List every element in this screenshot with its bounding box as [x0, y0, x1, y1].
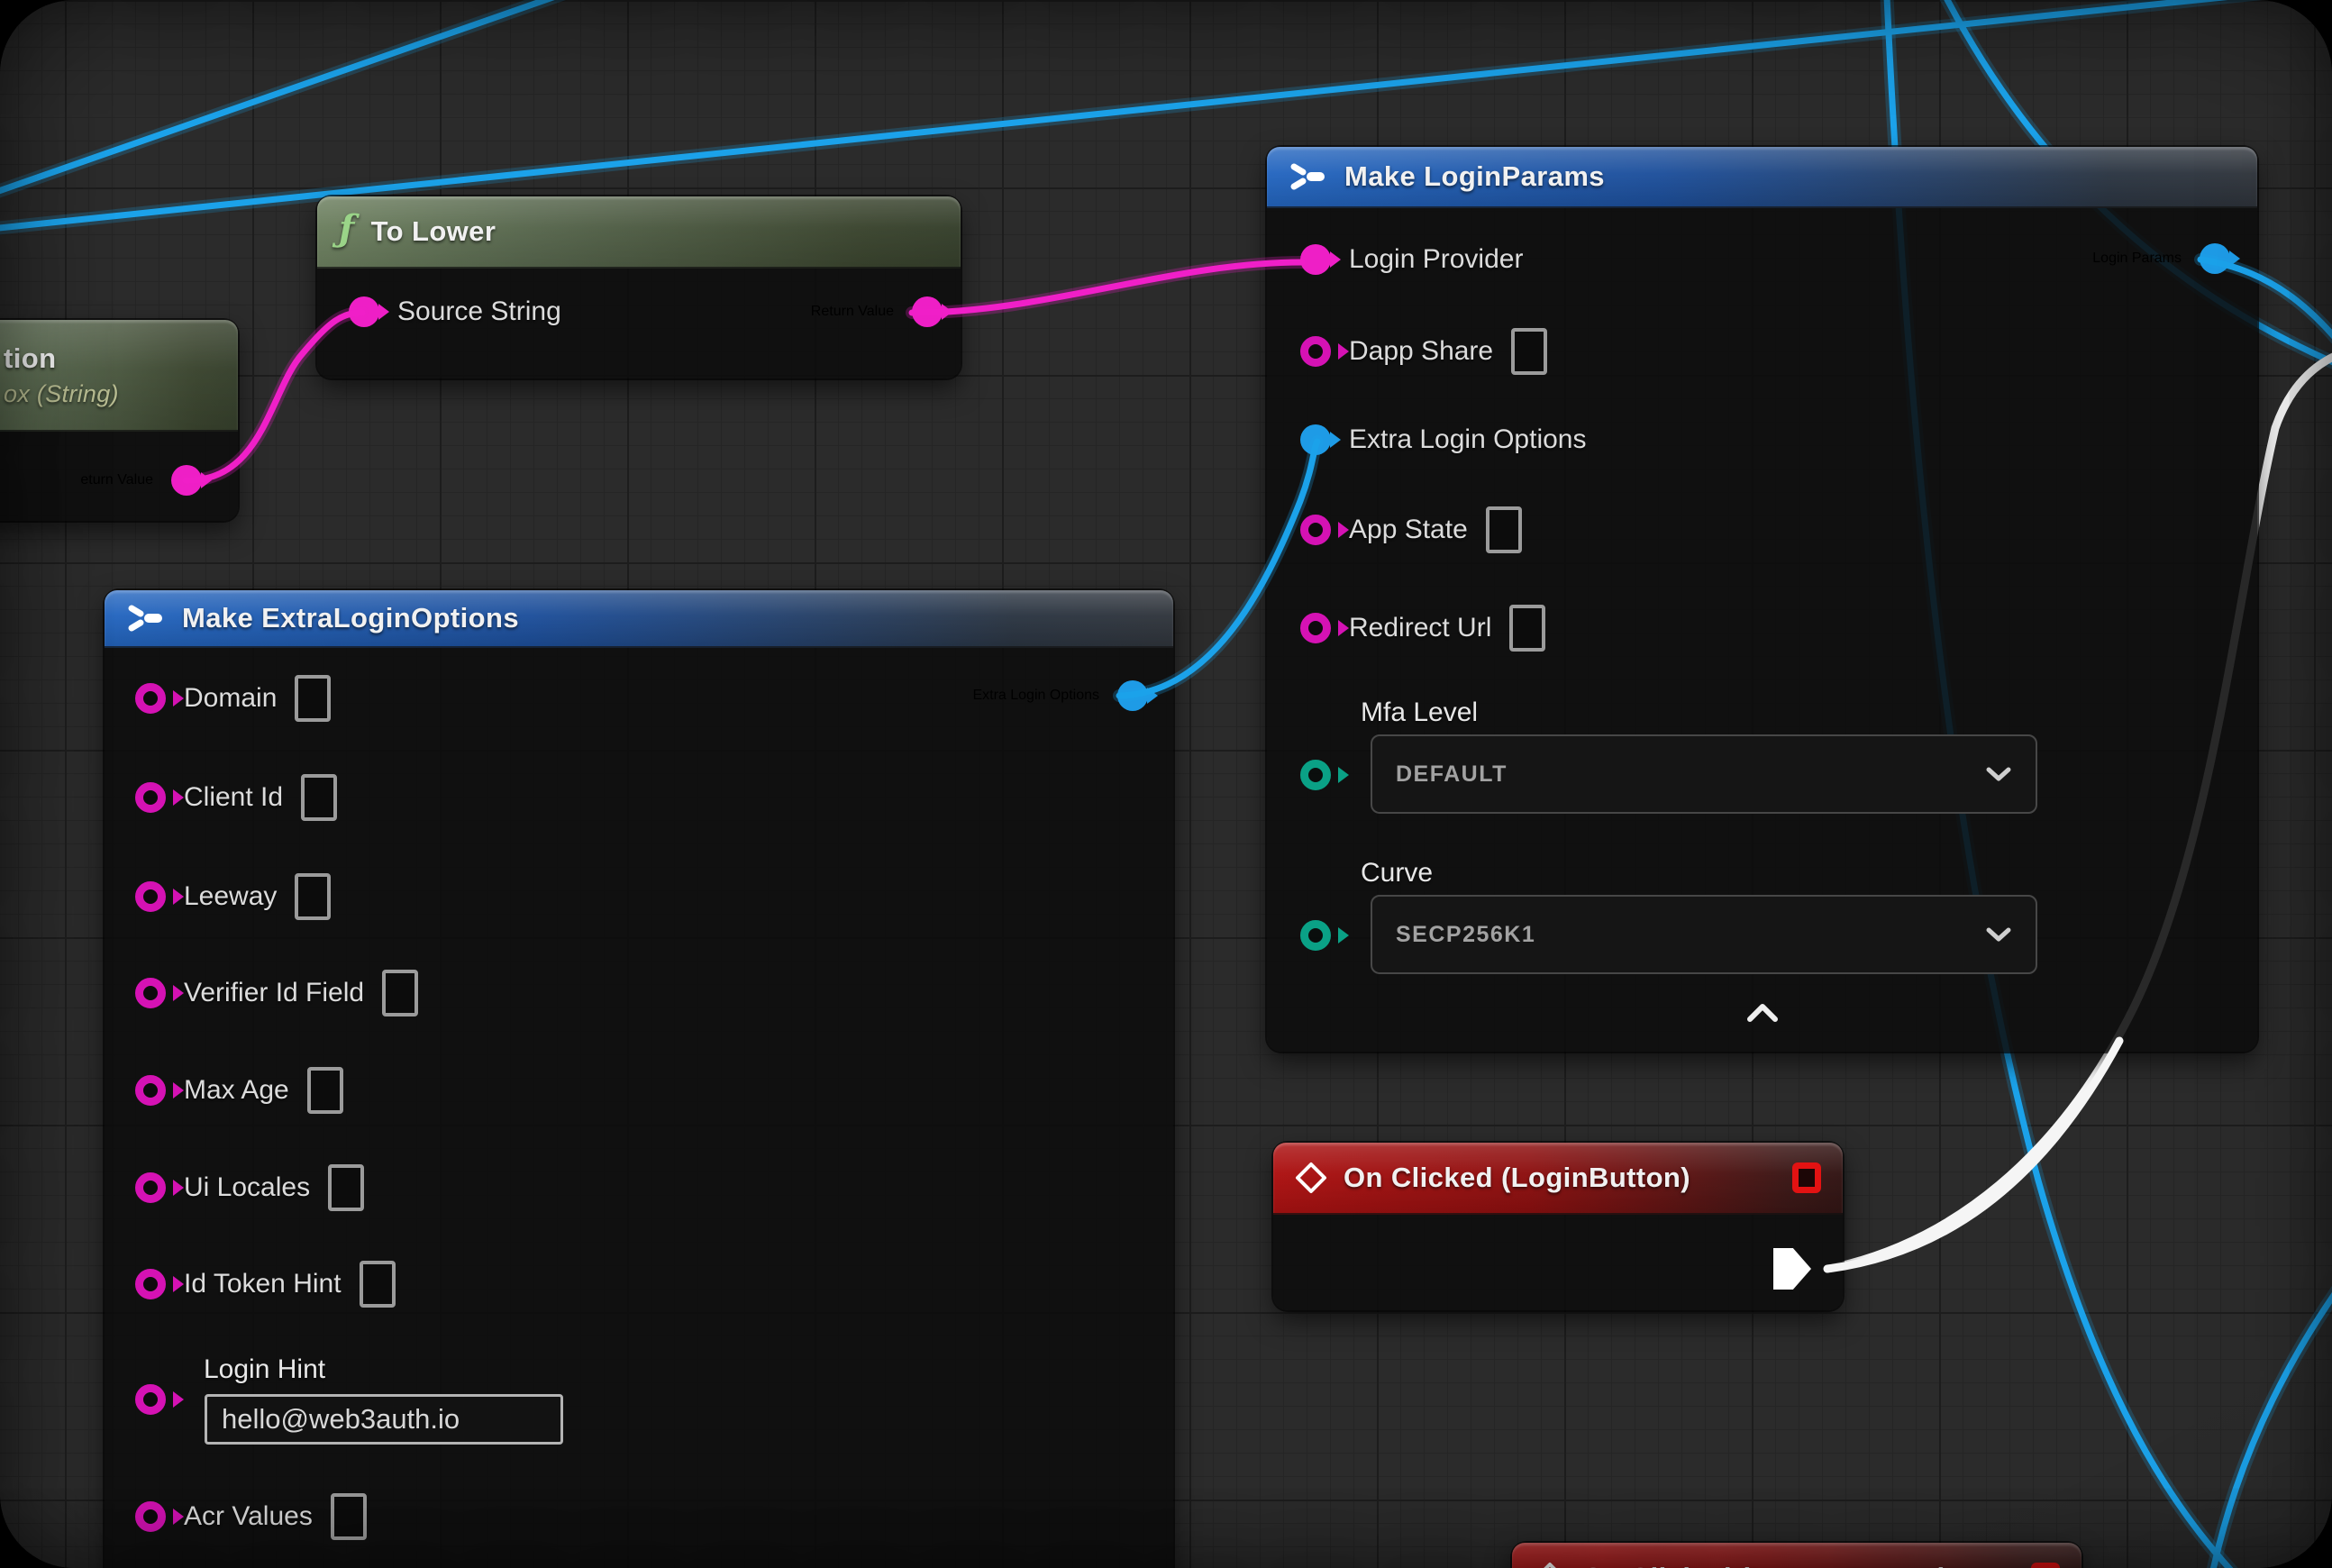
wire-exec-onclicked[interactable]: [1827, 1041, 2119, 1269]
wire-struct-loginparams-out[interactable]: [2200, 260, 2332, 404]
wire-string-return-to-source[interactable]: [186, 313, 362, 480]
wire-layer-front: [0, 0, 2332, 1568]
wire-struct-extralogin[interactable]: [1119, 442, 1317, 696]
wire-struct-extralogin[interactable]: [1119, 442, 1317, 696]
blueprint-canvas[interactable]: tion ox (String) eturn Value ƒ To Lower …: [0, 0, 2332, 1568]
